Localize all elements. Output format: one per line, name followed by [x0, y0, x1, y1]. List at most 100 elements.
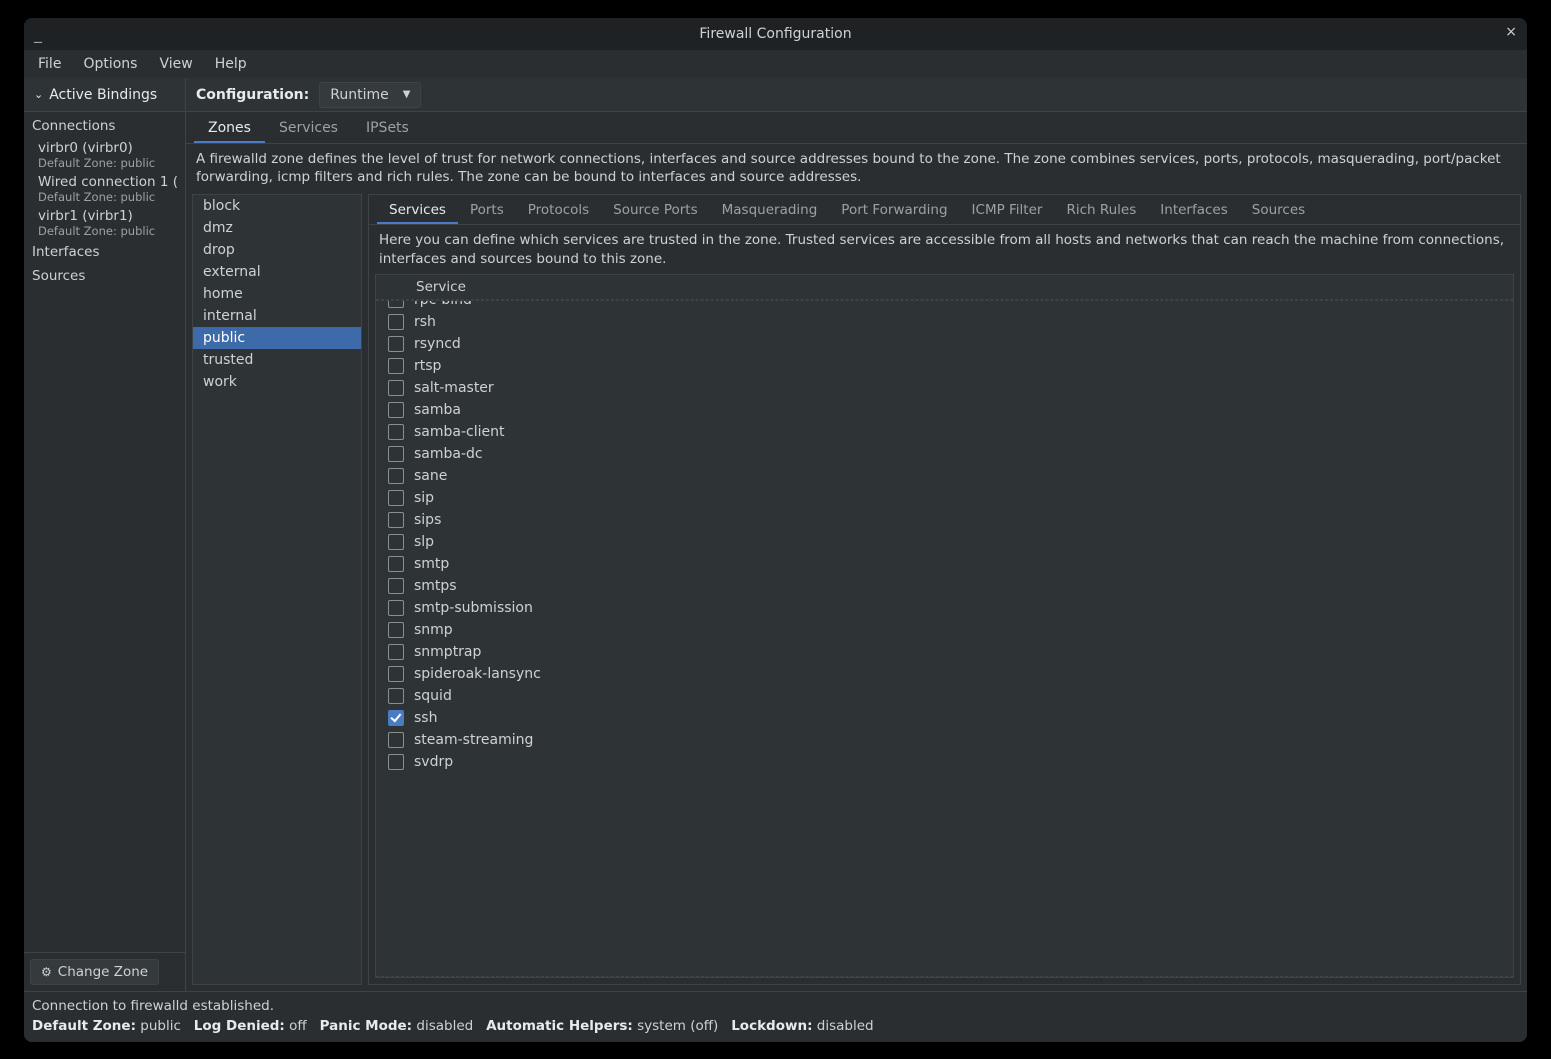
- service-row[interactable]: sip: [376, 487, 1513, 509]
- service-row[interactable]: slp: [376, 531, 1513, 553]
- service-row[interactable]: rtsp: [376, 355, 1513, 377]
- sidebar-header[interactable]: ⌄ Active Bindings: [24, 78, 185, 112]
- service-label: sips: [414, 512, 441, 528]
- zone-detail: ServicesPortsProtocolsSource PortsMasque…: [368, 194, 1521, 984]
- service-row[interactable]: ssh: [376, 707, 1513, 729]
- service-row[interactable]: snmptrap: [376, 641, 1513, 663]
- tab-zones[interactable]: Zones: [194, 113, 265, 143]
- service-checkbox[interactable]: [388, 446, 404, 462]
- menu-options[interactable]: Options: [73, 52, 147, 76]
- service-row[interactable]: samba-dc: [376, 443, 1513, 465]
- service-row[interactable]: samba: [376, 399, 1513, 421]
- zone-item-internal[interactable]: internal: [193, 305, 361, 327]
- service-checkbox[interactable]: [388, 578, 404, 594]
- minimize-icon[interactable]: _: [34, 24, 42, 43]
- service-row[interactable]: smtp-submission: [376, 597, 1513, 619]
- service-checkbox[interactable]: [388, 754, 404, 770]
- menu-view[interactable]: View: [149, 52, 202, 76]
- service-checkbox[interactable]: [388, 534, 404, 550]
- service-checkbox[interactable]: [388, 314, 404, 330]
- subtab-ports[interactable]: Ports: [458, 196, 516, 224]
- service-checkbox[interactable]: [388, 688, 404, 704]
- service-checkbox[interactable]: [388, 600, 404, 616]
- service-row[interactable]: steam-streaming: [376, 729, 1513, 751]
- zone-item-block[interactable]: block: [193, 195, 361, 217]
- service-checkbox[interactable]: [388, 358, 404, 374]
- service-checkbox[interactable]: [388, 336, 404, 352]
- service-row[interactable]: spideroak-lansync: [376, 663, 1513, 685]
- service-label: rtsp: [414, 358, 441, 374]
- sidebar-body: Connections virbr0 (virbr0)Default Zone:…: [24, 112, 185, 952]
- subtab-rich-rules[interactable]: Rich Rules: [1054, 196, 1148, 224]
- service-checkbox[interactable]: [388, 666, 404, 682]
- sidebar: ⌄ Active Bindings Connections virbr0 (vi…: [24, 78, 186, 991]
- service-checkbox[interactable]: [388, 380, 404, 396]
- subtab-source-ports[interactable]: Source Ports: [601, 196, 709, 224]
- service-label: sane: [414, 468, 447, 484]
- service-checkbox[interactable]: [388, 490, 404, 506]
- service-row[interactable]: snmp: [376, 619, 1513, 641]
- chevron-down-icon: ⌄: [34, 88, 43, 101]
- app-window: _ Firewall Configuration × FileOptionsVi…: [24, 18, 1527, 1042]
- connection-subtext: Default Zone: public: [24, 190, 185, 206]
- service-row[interactable]: rsyncd: [376, 333, 1513, 355]
- services-body[interactable]: rpc-bindrshrsyncd rtsp salt-master samba sam…: [376, 300, 1513, 977]
- service-row[interactable]: rpc-bind: [376, 300, 1513, 311]
- zone-item-external[interactable]: external: [193, 261, 361, 283]
- zone-item-trusted[interactable]: trusted: [193, 349, 361, 371]
- connection-item[interactable]: Wired connection 1 (: [24, 172, 185, 190]
- change-zone-button[interactable]: ⚙ Change Zone: [30, 959, 159, 985]
- service-row[interactable]: smtps: [376, 575, 1513, 597]
- subtab-sources[interactable]: Sources: [1240, 196, 1317, 224]
- menu-file[interactable]: File: [28, 52, 71, 76]
- service-checkbox[interactable]: [388, 710, 404, 726]
- zone-item-public[interactable]: public: [193, 327, 361, 349]
- service-checkbox[interactable]: [388, 556, 404, 572]
- zone-description: A firewalld zone defines the level of tr…: [186, 144, 1527, 194]
- close-icon[interactable]: ×: [1505, 24, 1517, 40]
- sidebar-section-sources[interactable]: Sources: [24, 264, 185, 288]
- tab-ipsets[interactable]: IPSets: [352, 113, 423, 143]
- connection-item[interactable]: virbr0 (virbr0): [24, 138, 185, 156]
- service-checkbox[interactable]: [388, 402, 404, 418]
- subtab-masquerading[interactable]: Masquerading: [710, 196, 830, 224]
- service-label: samba-client: [414, 424, 504, 440]
- services-table: Service rpc-bindrshrsyncdrtspsalt-master…: [375, 274, 1514, 978]
- connection-subtext: Default Zone: public: [24, 156, 185, 172]
- menu-help[interactable]: Help: [205, 52, 257, 76]
- zone-item-work[interactable]: work: [193, 371, 361, 393]
- service-label: spideroak-lansync: [414, 666, 541, 682]
- main-column: Configuration: Runtime ▼ ZonesServicesIP…: [186, 78, 1527, 991]
- configuration-select[interactable]: Runtime ▼: [319, 82, 421, 108]
- zone-list[interactable]: blockdmzdropexternalhomeinternalpublictr…: [192, 194, 362, 984]
- service-checkbox[interactable]: [388, 622, 404, 638]
- service-checkbox[interactable]: [388, 424, 404, 440]
- service-checkbox[interactable]: [388, 644, 404, 660]
- sidebar-section-interfaces[interactable]: Interfaces: [24, 240, 185, 264]
- subtab-services[interactable]: Services: [377, 196, 458, 224]
- configuration-label: Configuration:: [196, 87, 309, 103]
- service-row[interactable]: salt-master: [376, 377, 1513, 399]
- service-checkbox[interactable]: [388, 300, 404, 308]
- service-row[interactable]: sips: [376, 509, 1513, 531]
- service-checkbox[interactable]: [388, 512, 404, 528]
- zone-item-home[interactable]: home: [193, 283, 361, 305]
- statusbar: Connection to firewalld established. Def…: [24, 991, 1527, 1043]
- service-row[interactable]: samba-client: [376, 421, 1513, 443]
- subtab-interfaces[interactable]: Interfaces: [1148, 196, 1239, 224]
- service-row[interactable]: smtp: [376, 553, 1513, 575]
- zone-item-dmz[interactable]: dmz: [193, 217, 361, 239]
- zone-item-drop[interactable]: drop: [193, 239, 361, 261]
- service-label: salt-master: [414, 380, 494, 396]
- service-row[interactable]: svdrp: [376, 751, 1513, 773]
- service-row[interactable]: squid: [376, 685, 1513, 707]
- service-row[interactable]: rsh: [376, 311, 1513, 333]
- subtab-protocols[interactable]: Protocols: [516, 196, 601, 224]
- subtab-port-forwarding[interactable]: Port Forwarding: [829, 196, 959, 224]
- tab-services[interactable]: Services: [265, 113, 352, 143]
- service-checkbox[interactable]: [388, 468, 404, 484]
- service-checkbox[interactable]: [388, 732, 404, 748]
- service-row[interactable]: sane: [376, 465, 1513, 487]
- subtab-icmp-filter[interactable]: ICMP Filter: [960, 196, 1055, 224]
- connection-item[interactable]: virbr1 (virbr1): [24, 206, 185, 224]
